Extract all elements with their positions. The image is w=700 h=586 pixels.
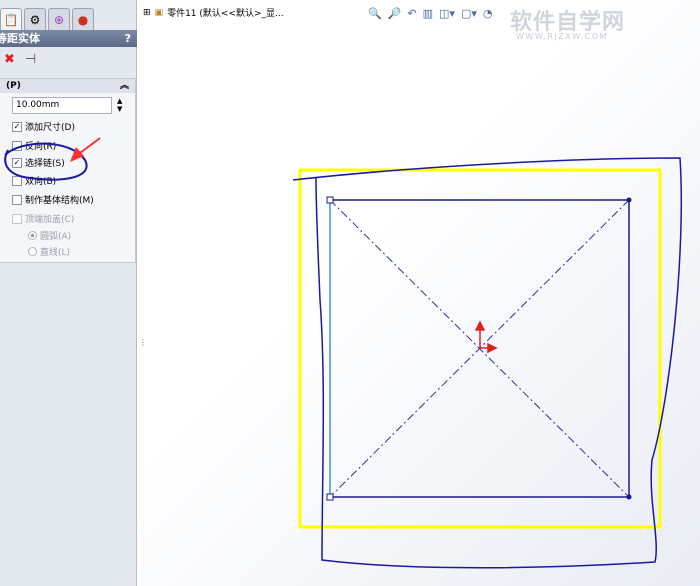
vertex-point[interactable] — [326, 493, 334, 501]
annotation-ellipse — [4, 142, 88, 181]
vertex-point[interactable] — [626, 494, 632, 500]
vertex-point[interactable] — [326, 196, 334, 204]
vertex-point[interactable] — [626, 197, 632, 203]
sketch-drawing — [4, 137, 683, 569]
annotation-freehand-outline — [292, 157, 683, 569]
